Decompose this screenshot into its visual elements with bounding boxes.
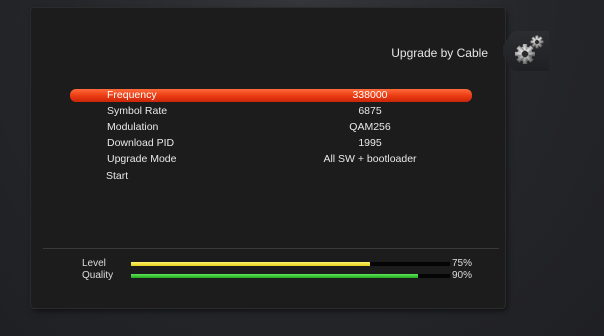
row-label: Modulation [107, 121, 159, 133]
row-value: 6875 [358, 105, 382, 117]
level-percent: 75% [452, 258, 473, 269]
row-value: 1995 [358, 137, 382, 149]
upgrade-menu-panel: Upgrade by Cable Frequency 338000 Symbol… [31, 8, 505, 308]
level-bar-fill [131, 262, 371, 266]
level-label: Level [82, 258, 106, 269]
menu-title: Upgrade by Cable [391, 46, 488, 60]
menu-row-modulation[interactable]: Modulation QAM256 [70, 121, 472, 134]
row-value: All SW + bootloader [323, 153, 417, 165]
row-label: Upgrade Mode [107, 153, 177, 165]
menu-row-upgrade-mode[interactable]: Upgrade Mode All SW + bootloader [70, 153, 472, 166]
quality-bar-fill [131, 274, 419, 278]
row-value: QAM256 [349, 121, 391, 133]
row-value: 338000 [352, 89, 388, 101]
menu-row-download-pid[interactable]: Download PID 1995 [70, 137, 472, 150]
menu-row-frequency[interactable]: Frequency 338000 [70, 89, 472, 102]
row-label: Download PID [107, 137, 175, 149]
row-label: Start [106, 170, 129, 182]
quality-bar [131, 274, 450, 278]
divider [43, 248, 499, 249]
menu-row-symbol-rate[interactable]: Symbol Rate 6875 [70, 105, 472, 118]
row-label: Symbol Rate [107, 105, 168, 117]
row-label: Frequency [107, 89, 157, 101]
level-bar [131, 262, 450, 266]
gears-icon [503, 28, 551, 74]
menu-row-start[interactable]: Start [70, 170, 472, 183]
quality-label: Quality [82, 270, 114, 281]
quality-percent: 90% [452, 270, 473, 281]
